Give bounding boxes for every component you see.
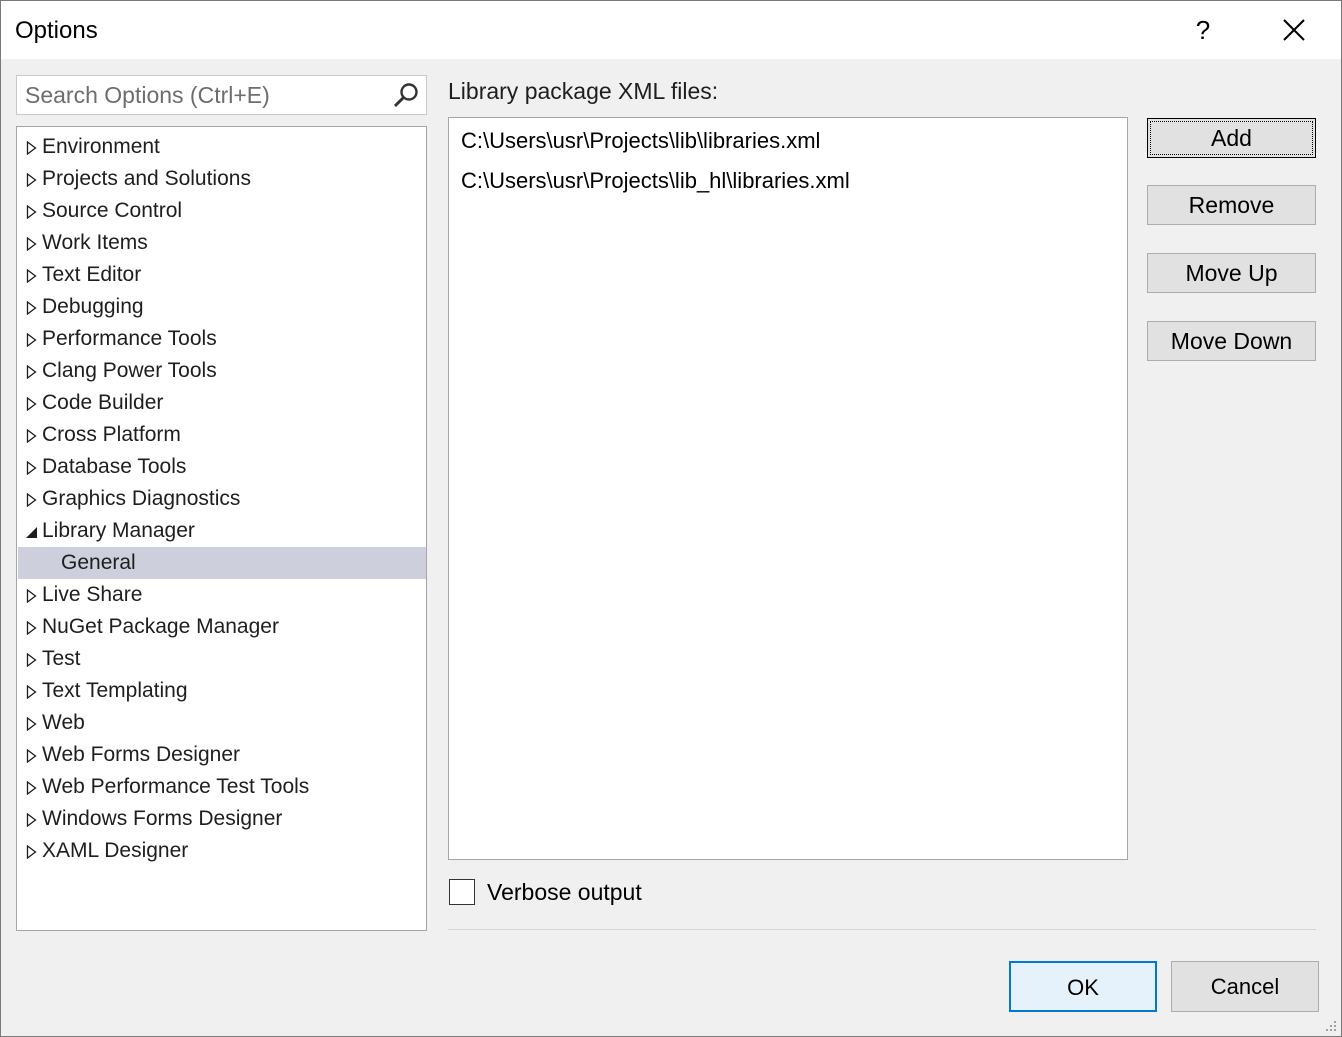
collapsed-arrow-icon[interactable] — [26, 205, 38, 219]
collapsed-arrow-icon[interactable] — [26, 781, 38, 795]
search-input[interactable] — [25, 80, 385, 110]
tree-item-label: Performance Tools — [42, 327, 217, 350]
tree-item[interactable]: Web Forms Designer — [18, 739, 426, 771]
tree-item[interactable]: Database Tools — [18, 451, 426, 483]
add-button[interactable]: Add — [1147, 118, 1316, 158]
tree-item-label: Database Tools — [42, 455, 187, 478]
tree-item[interactable]: Performance Tools — [18, 323, 426, 355]
file-list-item[interactable]: C:\Users\usr\Projects\lib_hl\libraries.x… — [461, 168, 850, 194]
tree-item[interactable]: Library Manager — [18, 515, 426, 547]
tree-item[interactable]: Web Performance Test Tools — [18, 771, 426, 803]
collapsed-arrow-icon[interactable] — [26, 749, 38, 763]
close-icon — [1283, 19, 1305, 41]
collapsed-arrow-icon[interactable] — [26, 333, 38, 347]
search-icon[interactable] — [392, 82, 420, 110]
tree-item[interactable]: Web — [18, 707, 426, 739]
resize-grip-icon[interactable] — [1323, 1018, 1337, 1032]
tree-item-label: Debugging — [42, 295, 144, 318]
cancel-button[interactable]: Cancel — [1171, 961, 1319, 1012]
tree-item-label: Source Control — [42, 199, 183, 222]
collapsed-arrow-icon[interactable] — [26, 717, 38, 731]
tree-item-label: NuGet Package Manager — [42, 615, 279, 638]
tree-item-label: Web Performance Test Tools — [42, 775, 310, 798]
tree-item[interactable]: Projects and Solutions — [18, 163, 426, 195]
collapsed-arrow-icon[interactable] — [26, 269, 38, 283]
collapsed-arrow-icon[interactable] — [26, 141, 38, 155]
collapsed-arrow-icon[interactable] — [26, 429, 38, 443]
collapsed-arrow-icon[interactable] — [26, 173, 38, 187]
options-tree[interactable]: Environment Projects and Solutions Source … — [16, 126, 427, 931]
tree-item-label: Windows Forms Designer — [42, 807, 283, 830]
tree-item[interactable]: Graphics Diagnostics — [18, 483, 426, 515]
tree-item-label: Clang Power Tools — [42, 359, 217, 382]
tree-item-label: Web — [42, 711, 85, 734]
collapsed-arrow-icon[interactable] — [26, 813, 38, 827]
expanded-arrow-icon[interactable] — [26, 525, 38, 539]
collapsed-arrow-icon[interactable] — [26, 493, 38, 507]
collapsed-arrow-icon[interactable] — [26, 365, 38, 379]
tree-item[interactable]: Work Items — [18, 227, 426, 259]
tree-item-label: Library Manager — [42, 519, 195, 542]
tree-item-label: Live Share — [42, 583, 143, 606]
footer-divider — [448, 929, 1316, 930]
tree-item-label: Environment — [42, 135, 160, 158]
verbose-output-label: Verbose output — [487, 879, 642, 905]
ok-button[interactable]: OK — [1009, 961, 1157, 1012]
collapsed-arrow-icon[interactable] — [26, 589, 38, 603]
tree-item[interactable]: NuGet Package Manager — [18, 611, 426, 643]
tree-item-label: Graphics Diagnostics — [42, 487, 241, 510]
tree-item[interactable]: Clang Power Tools — [18, 355, 426, 387]
tree-item[interactable]: Debugging — [18, 291, 426, 323]
tree-item-label: XAML Designer — [42, 839, 189, 862]
tree-item-label: Text Editor — [42, 263, 142, 286]
file-list-item[interactable]: C:\Users\usr\Projects\lib\libraries.xml — [461, 128, 820, 154]
remove-button[interactable]: Remove — [1147, 185, 1316, 225]
close-button[interactable] — [1266, 1, 1322, 59]
title-bar: Options ? — [1, 1, 1341, 59]
collapsed-arrow-icon[interactable] — [26, 621, 38, 635]
search-box[interactable] — [16, 75, 427, 115]
tree-item[interactable]: Text Editor — [18, 259, 426, 291]
tree-item-label: Code Builder — [42, 391, 164, 414]
tree-item[interactable]: Windows Forms Designer — [18, 803, 426, 835]
tree-item-label: Test — [42, 647, 81, 670]
move-up-button[interactable]: Move Up — [1147, 253, 1316, 293]
move-down-button[interactable]: Move Down — [1147, 321, 1316, 361]
collapsed-arrow-icon[interactable] — [26, 685, 38, 699]
library-files-list[interactable]: C:\Users\usr\Projects\lib\libraries.xml C… — [448, 117, 1128, 860]
tree-item[interactable]: General — [18, 547, 426, 579]
window-title: Options — [15, 17, 98, 44]
tree-item-label: Cross Platform — [42, 423, 181, 446]
tree-item-label: Projects and Solutions — [42, 167, 251, 190]
tree-item-label: Web Forms Designer — [42, 743, 241, 766]
options-dialog: Options ? Environment Projects and Soluti… — [0, 0, 1342, 1037]
collapsed-arrow-icon[interactable] — [26, 237, 38, 251]
tree-item-label: General — [61, 551, 136, 574]
help-button[interactable]: ? — [1175, 1, 1231, 59]
collapsed-arrow-icon[interactable] — [26, 845, 38, 859]
collapsed-arrow-icon[interactable] — [26, 461, 38, 475]
library-files-label: Library package XML files: — [448, 78, 719, 104]
tree-item[interactable]: Cross Platform — [18, 419, 426, 451]
tree-item[interactable]: Source Control — [18, 195, 426, 227]
verbose-output-checkbox[interactable] — [449, 879, 475, 905]
tree-item-label: Work Items — [42, 231, 148, 254]
tree-item[interactable]: Text Templating — [18, 675, 426, 707]
tree-item[interactable]: Test — [18, 643, 426, 675]
collapsed-arrow-icon[interactable] — [26, 301, 38, 315]
collapsed-arrow-icon[interactable] — [26, 397, 38, 411]
tree-item[interactable]: Environment — [18, 131, 426, 163]
tree-item[interactable]: Code Builder — [18, 387, 426, 419]
tree-item[interactable]: Live Share — [18, 579, 426, 611]
tree-item[interactable]: XAML Designer — [18, 835, 426, 867]
collapsed-arrow-icon[interactable] — [26, 653, 38, 667]
tree-item-label: Text Templating — [42, 679, 188, 702]
